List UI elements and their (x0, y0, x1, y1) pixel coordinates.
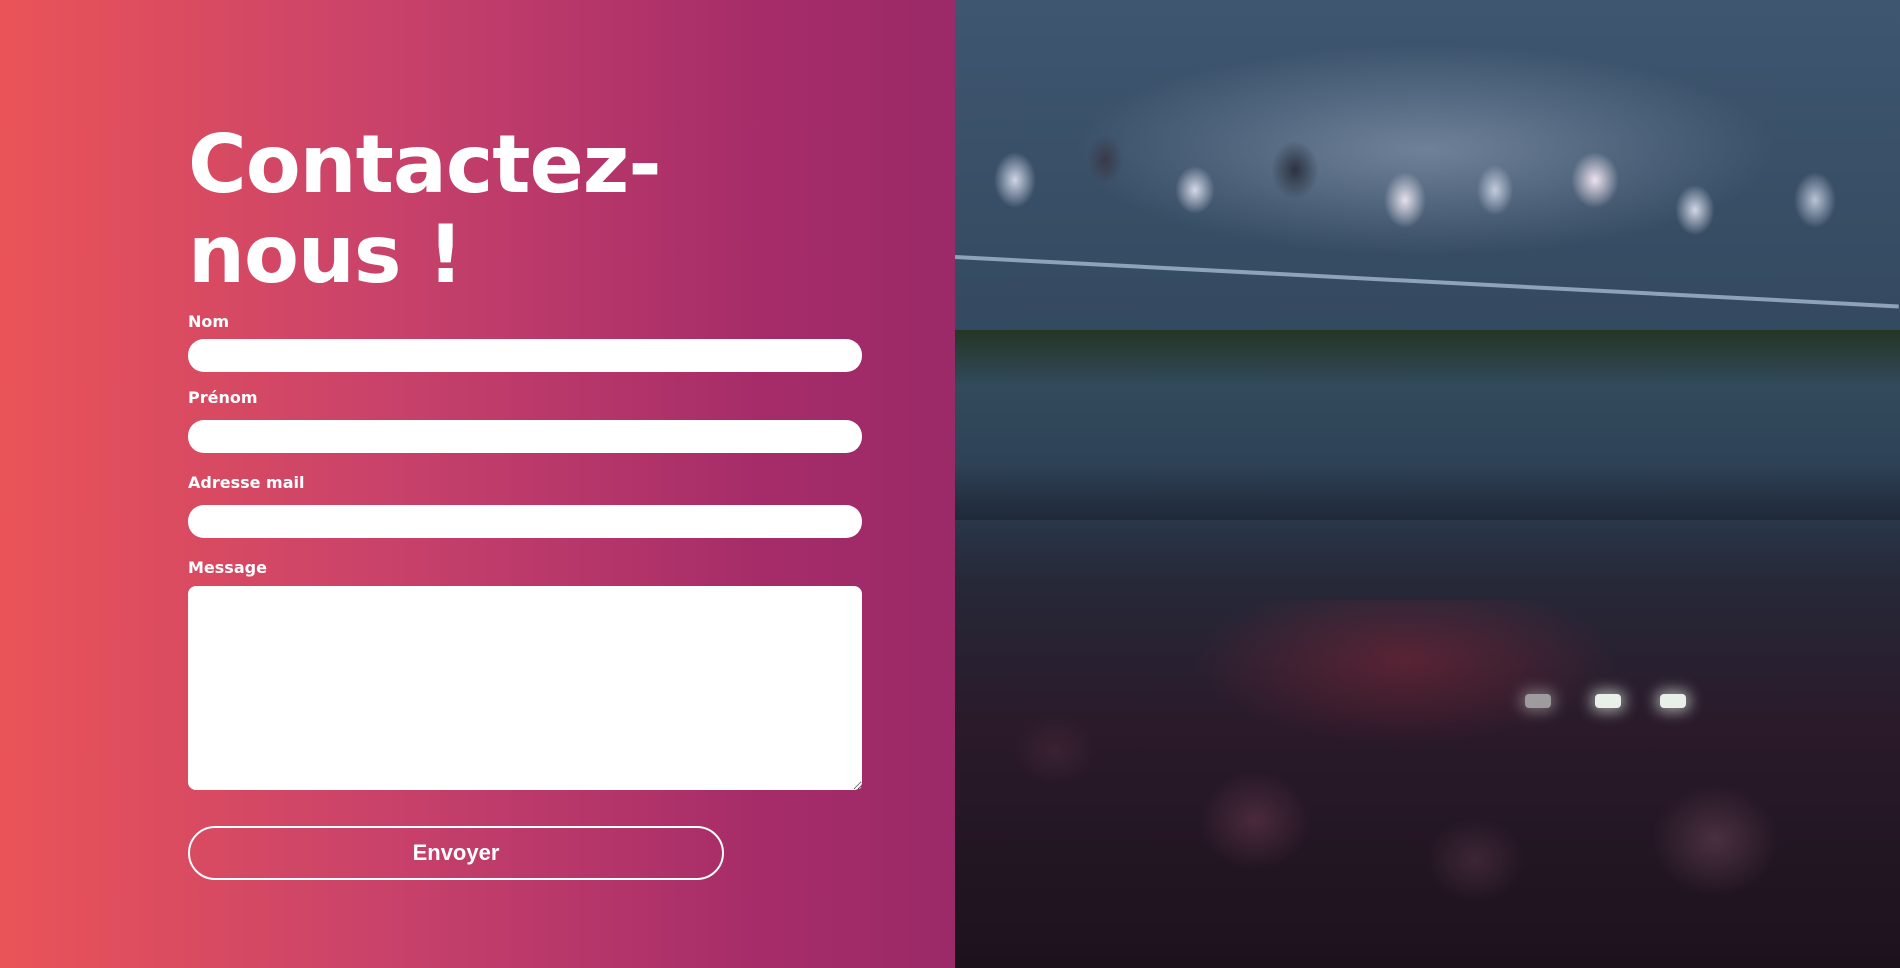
balcony-front (955, 330, 1900, 520)
floor-crowd (955, 600, 1900, 968)
concert-crowd-photo (955, 0, 1900, 968)
stage-light (1595, 694, 1621, 708)
prenom-input[interactable] (188, 420, 862, 453)
message-label: Message (188, 558, 267, 577)
email-label: Adresse mail (188, 473, 305, 492)
stage-light (1660, 694, 1686, 708)
balcony-crowd (955, 0, 1900, 360)
submit-button[interactable]: Envoyer (188, 826, 724, 880)
page-title: Contactez-nous ! (188, 118, 662, 301)
nom-input[interactable] (188, 339, 862, 372)
contact-panel: Contactez-nous ! Nom Prénom Adresse mail… (0, 0, 955, 968)
contact-form: Contactez-nous ! Nom Prénom Adresse mail… (188, 120, 862, 880)
stage-light (1525, 694, 1551, 708)
nom-label: Nom (188, 312, 230, 331)
message-textarea[interactable] (188, 586, 862, 790)
prenom-label: Prénom (188, 388, 258, 407)
email-input[interactable] (188, 505, 862, 538)
contact-page: Contactez-nous ! Nom Prénom Adresse mail… (0, 0, 1900, 968)
